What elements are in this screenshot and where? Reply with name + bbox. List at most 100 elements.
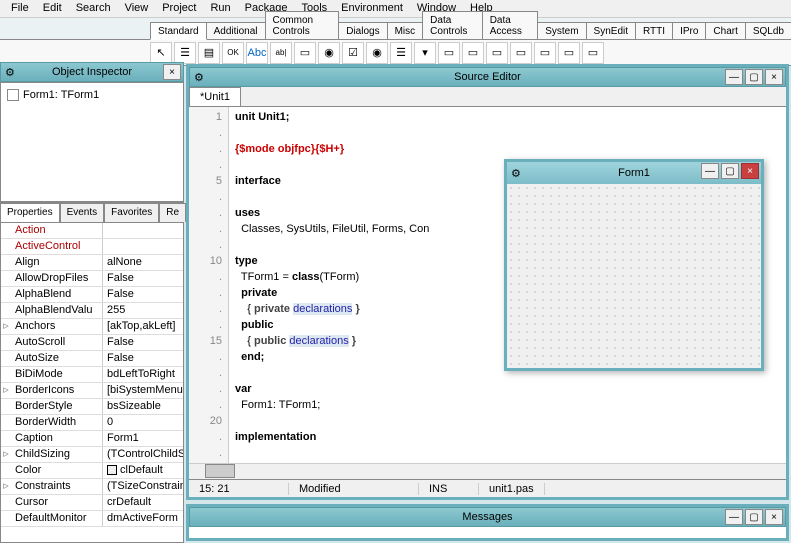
expand-icon[interactable]: ▹ [1,447,11,462]
expand-icon[interactable] [1,367,11,382]
property-row[interactable]: AlphaBlendValu255 [1,303,183,319]
close-icon[interactable]: × [741,163,759,179]
palette-tab-chart[interactable]: Chart [705,22,745,39]
expand-icon[interactable]: ▹ [1,479,11,494]
property-row[interactable]: ActiveControl [1,239,183,255]
property-value[interactable]: bdLeftToRight [103,367,183,382]
property-value[interactable]: False [103,335,183,350]
property-row[interactable]: ▹Anchors[akTop,akLeft] [1,319,183,335]
property-value[interactable]: bsSizeable [103,399,183,414]
property-row[interactable]: ▹ChildSizing(TControlChildSi [1,447,183,463]
maximize-icon[interactable]: ▢ [745,509,763,525]
property-row[interactable]: AllowDropFilesFalse [1,271,183,287]
palette-tab-common-controls[interactable]: Common Controls [265,11,340,39]
palette-tab-system[interactable]: System [537,22,586,39]
minimize-icon[interactable]: — [701,163,719,179]
code-editor[interactable]: 1...5....10....15....20.. unit Unit1; {$… [189,107,786,463]
form-designer-titlebar[interactable]: ⚙ Form1 — ▢ × [507,162,761,184]
property-row[interactable]: Action [1,223,183,239]
property-row[interactable]: ColorclDefault [1,463,183,479]
mainmenu-icon[interactable]: ☰ [174,42,196,64]
property-row[interactable]: AlignalNone [1,255,183,271]
menu-project[interactable]: Project [155,0,203,17]
close-icon[interactable]: × [163,64,181,80]
property-value[interactable] [103,223,183,238]
expand-icon[interactable] [1,399,11,414]
maximize-icon[interactable]: ▢ [721,163,739,179]
property-value[interactable]: dmActiveForm [103,511,183,526]
expand-icon[interactable] [1,335,11,350]
palette-tab-ipro[interactable]: IPro [672,22,706,39]
edit-icon[interactable]: ab| [270,42,292,64]
palette-tab-rtti[interactable]: RTTI [635,22,673,39]
tree-item[interactable]: Form1: TForm1 [5,87,179,103]
editor-tab[interactable]: *Unit1 [189,87,241,106]
property-grid[interactable]: ActionActiveControlAlignalNoneAllowDropF… [0,222,184,543]
menu-edit[interactable]: Edit [36,0,69,17]
expand-icon[interactable] [1,223,11,238]
property-row[interactable]: DefaultMonitordmActiveForm [1,511,183,527]
form-canvas[interactable] [507,184,761,368]
expand-icon[interactable] [1,303,11,318]
property-row[interactable]: AlphaBlendFalse [1,287,183,303]
togglebox-icon[interactable]: ◉ [318,42,340,64]
menu-environment[interactable]: Environment [334,0,410,17]
property-row[interactable]: CaptionForm1 [1,431,183,447]
property-row[interactable]: CursorcrDefault [1,495,183,511]
property-value[interactable]: [akTop,akLeft] [103,319,183,334]
expand-icon[interactable] [1,271,11,286]
expand-icon[interactable] [1,495,11,510]
label-icon[interactable]: Abc [246,42,268,64]
property-row[interactable]: BorderWidth0 [1,415,183,431]
inspector-tab-events[interactable]: Events [60,203,105,222]
expand-icon[interactable] [1,463,11,478]
property-row[interactable]: BiDiModebdLeftToRight [1,367,183,383]
property-value[interactable]: Form1 [103,431,183,446]
panel-icon[interactable]: ▭ [534,42,556,64]
checkgroup-icon[interactable]: ▭ [510,42,532,64]
property-value[interactable] [103,239,183,254]
expand-icon[interactable] [1,431,11,446]
property-value[interactable]: False [103,271,183,286]
button-icon[interactable]: OK [222,42,244,64]
menu-view[interactable]: View [118,0,156,17]
expand-icon[interactable] [1,255,11,270]
palette-tab-additional[interactable]: Additional [206,22,266,39]
form-designer-window[interactable]: ⚙ Form1 — ▢ × [504,159,764,371]
property-value[interactable]: (TControlChildSi [103,447,183,462]
expand-icon[interactable]: ▹ [1,383,11,398]
close-icon[interactable]: × [765,69,783,85]
minimize-icon[interactable]: — [725,509,743,525]
pointer-icon[interactable]: ↖ [150,42,172,64]
menu-search[interactable]: Search [69,0,118,17]
radiobutton-icon[interactable]: ◉ [366,42,388,64]
property-value[interactable]: [biSystemMenu,b [103,383,183,398]
property-value[interactable]: False [103,287,183,302]
expand-icon[interactable] [1,287,11,302]
property-row[interactable]: ▹Constraints(TSizeConstraint [1,479,183,495]
expand-icon[interactable]: ▹ [1,319,11,334]
property-row[interactable]: AutoSizeFalse [1,351,183,367]
property-value[interactable]: 255 [103,303,183,318]
palette-tab-misc[interactable]: Misc [387,22,424,39]
palette-tab-data-access[interactable]: Data Access [482,11,539,39]
palette-tab-standard[interactable]: Standard [150,22,207,40]
expand-icon[interactable] [1,239,11,254]
property-value[interactable]: alNone [103,255,183,270]
property-value[interactable]: False [103,351,183,366]
listbox-icon[interactable]: ☰ [390,42,412,64]
groupbox-icon[interactable]: ▭ [462,42,484,64]
property-row[interactable]: AutoScrollFalse [1,335,183,351]
palette-tab-sqldb[interactable]: SQLdb [745,22,791,39]
combobox-icon[interactable]: ▾ [414,42,436,64]
expand-icon[interactable] [1,351,11,366]
palette-tab-synedit[interactable]: SynEdit [586,22,636,39]
frame-icon[interactable]: ▭ [558,42,580,64]
property-value[interactable]: (TSizeConstraint [103,479,183,494]
memo-icon[interactable]: ▭ [294,42,316,64]
property-value[interactable]: 0 [103,415,183,430]
palette-tab-dialogs[interactable]: Dialogs [338,22,387,39]
inspector-tab-re[interactable]: Re [159,203,186,222]
menu-file[interactable]: File [4,0,36,17]
expand-icon[interactable] [1,415,11,430]
